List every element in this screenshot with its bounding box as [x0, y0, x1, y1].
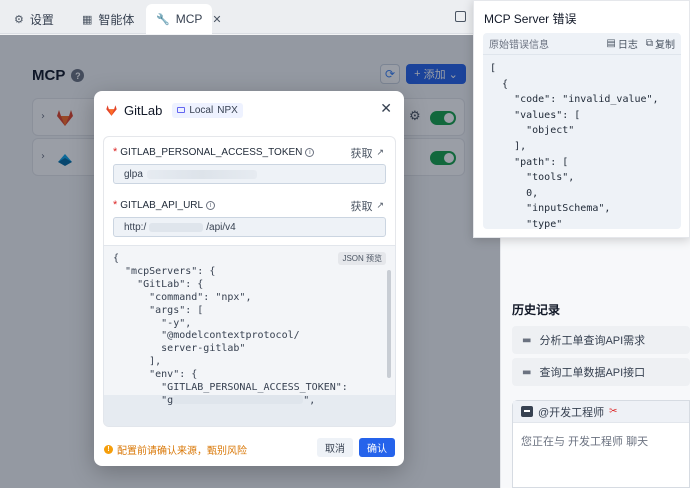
tab-agents[interactable]: ▦ 智能体: [72, 4, 144, 34]
masked-value: [146, 169, 257, 179]
close-tab-icon[interactable]: ✕: [212, 13, 221, 26]
tab-settings[interactable]: ⚙ 设置: [4, 4, 64, 34]
required-marker: *: [113, 199, 118, 211]
field-label: * GITLAB_PERSONAL_ACCESS_TOKEN i: [113, 146, 315, 158]
modal-header: GitLab Local NPX ✕: [94, 91, 404, 129]
modal-footer: ! 配置前请确认来源，甄别风险 取消 确认: [94, 437, 404, 459]
error-code-header: 原始错误信息 ▤ 日志 ⧉ 复制: [483, 33, 681, 55]
gitlab-logo-icon: [106, 104, 117, 116]
cancel-button[interactable]: 取消: [317, 438, 353, 457]
history-item[interactable]: ▬ 分析工单查询API需求: [512, 326, 690, 354]
info-icon[interactable]: i: [305, 147, 315, 157]
server-config-modal: GitLab Local NPX ✕ * GITLAB_PERSONAL_ACC…: [94, 91, 404, 466]
tab-label: 设置: [29, 12, 54, 27]
chat-bubble-icon: ▬: [522, 334, 532, 346]
field-label: * GITLAB_API_URL i: [113, 199, 216, 211]
external-link-icon: ↗: [376, 201, 384, 211]
wrench-icon: 🔧: [156, 12, 170, 26]
server-type-badge: Local NPX: [172, 102, 243, 118]
tab-label: 智能体: [98, 12, 135, 27]
masked-value: [173, 395, 304, 405]
history-item[interactable]: ▬ 查询工单数据API接口: [512, 358, 690, 386]
copy-icon: ⧉: [645, 38, 653, 49]
error-code-text: [ { "code": "invalid_value", "values": […: [490, 63, 659, 229]
tab-mcp[interactable]: 🔧 MCP ✕: [146, 4, 222, 34]
fetch-token-link[interactable]: 获取 ↗: [350, 145, 384, 161]
copy-button[interactable]: ⧉ 复制: [646, 36, 675, 51]
bot-icon: [521, 406, 533, 417]
close-icon[interactable]: ✕: [380, 101, 392, 117]
panel-toggle-icon[interactable]: [455, 11, 466, 22]
chat-agent-name: @开发工程师: [538, 406, 605, 419]
chat-bubble-icon: ▬: [522, 366, 532, 378]
info-icon[interactable]: i: [206, 200, 216, 210]
log-button[interactable]: ▤ 日志: [606, 36, 637, 51]
json-preview-tag: JSON 预览: [338, 252, 386, 265]
tools-icon: ✂: [609, 406, 618, 417]
required-marker: *: [113, 146, 118, 158]
log-icon: ▤: [606, 38, 616, 49]
chat-input[interactable]: 您正在与 开发工程师 聊天: [513, 423, 689, 459]
error-title: MCP Server 错误: [484, 12, 577, 26]
tab-label: MCP: [175, 12, 203, 26]
masked-value: [149, 222, 204, 232]
grid-icon: ▦: [82, 12, 93, 26]
json-text: { "mcpServers": { "GitLab": { "command":…: [113, 253, 348, 406]
api-url-input[interactable]: http:/ /api/v4: [113, 217, 386, 237]
confirm-button[interactable]: 确认: [359, 438, 395, 457]
chat-header: @开发工程师 ✂: [513, 401, 689, 423]
warning-message: ! 配置前请确认来源，甄别风险: [104, 442, 247, 457]
monitor-icon: [177, 107, 186, 113]
external-link-icon: ↗: [376, 148, 384, 158]
token-input[interactable]: glpa: [113, 164, 386, 184]
error-code-box: 原始错误信息 ▤ 日志 ⧉ 复制 [ { "code": "invalid_va…: [483, 33, 681, 229]
error-panel: MCP Server 错误 原始错误信息 ▤ 日志 ⧉ 复制 [ { "code…: [473, 0, 690, 238]
modal-title: GitLab: [124, 102, 163, 118]
warning-icon: !: [104, 445, 113, 454]
gear-icon: ⚙: [14, 12, 24, 26]
chat-box[interactable]: @开发工程师 ✂ 您正在与 开发工程师 聊天: [512, 400, 690, 488]
fetch-url-link[interactable]: 获取 ↗: [350, 198, 384, 214]
json-preview[interactable]: { "mcpServers": { "GitLab": { "command":…: [103, 245, 396, 427]
scrollbar[interactable]: [387, 270, 391, 378]
history-title: 历史记录: [512, 303, 561, 317]
